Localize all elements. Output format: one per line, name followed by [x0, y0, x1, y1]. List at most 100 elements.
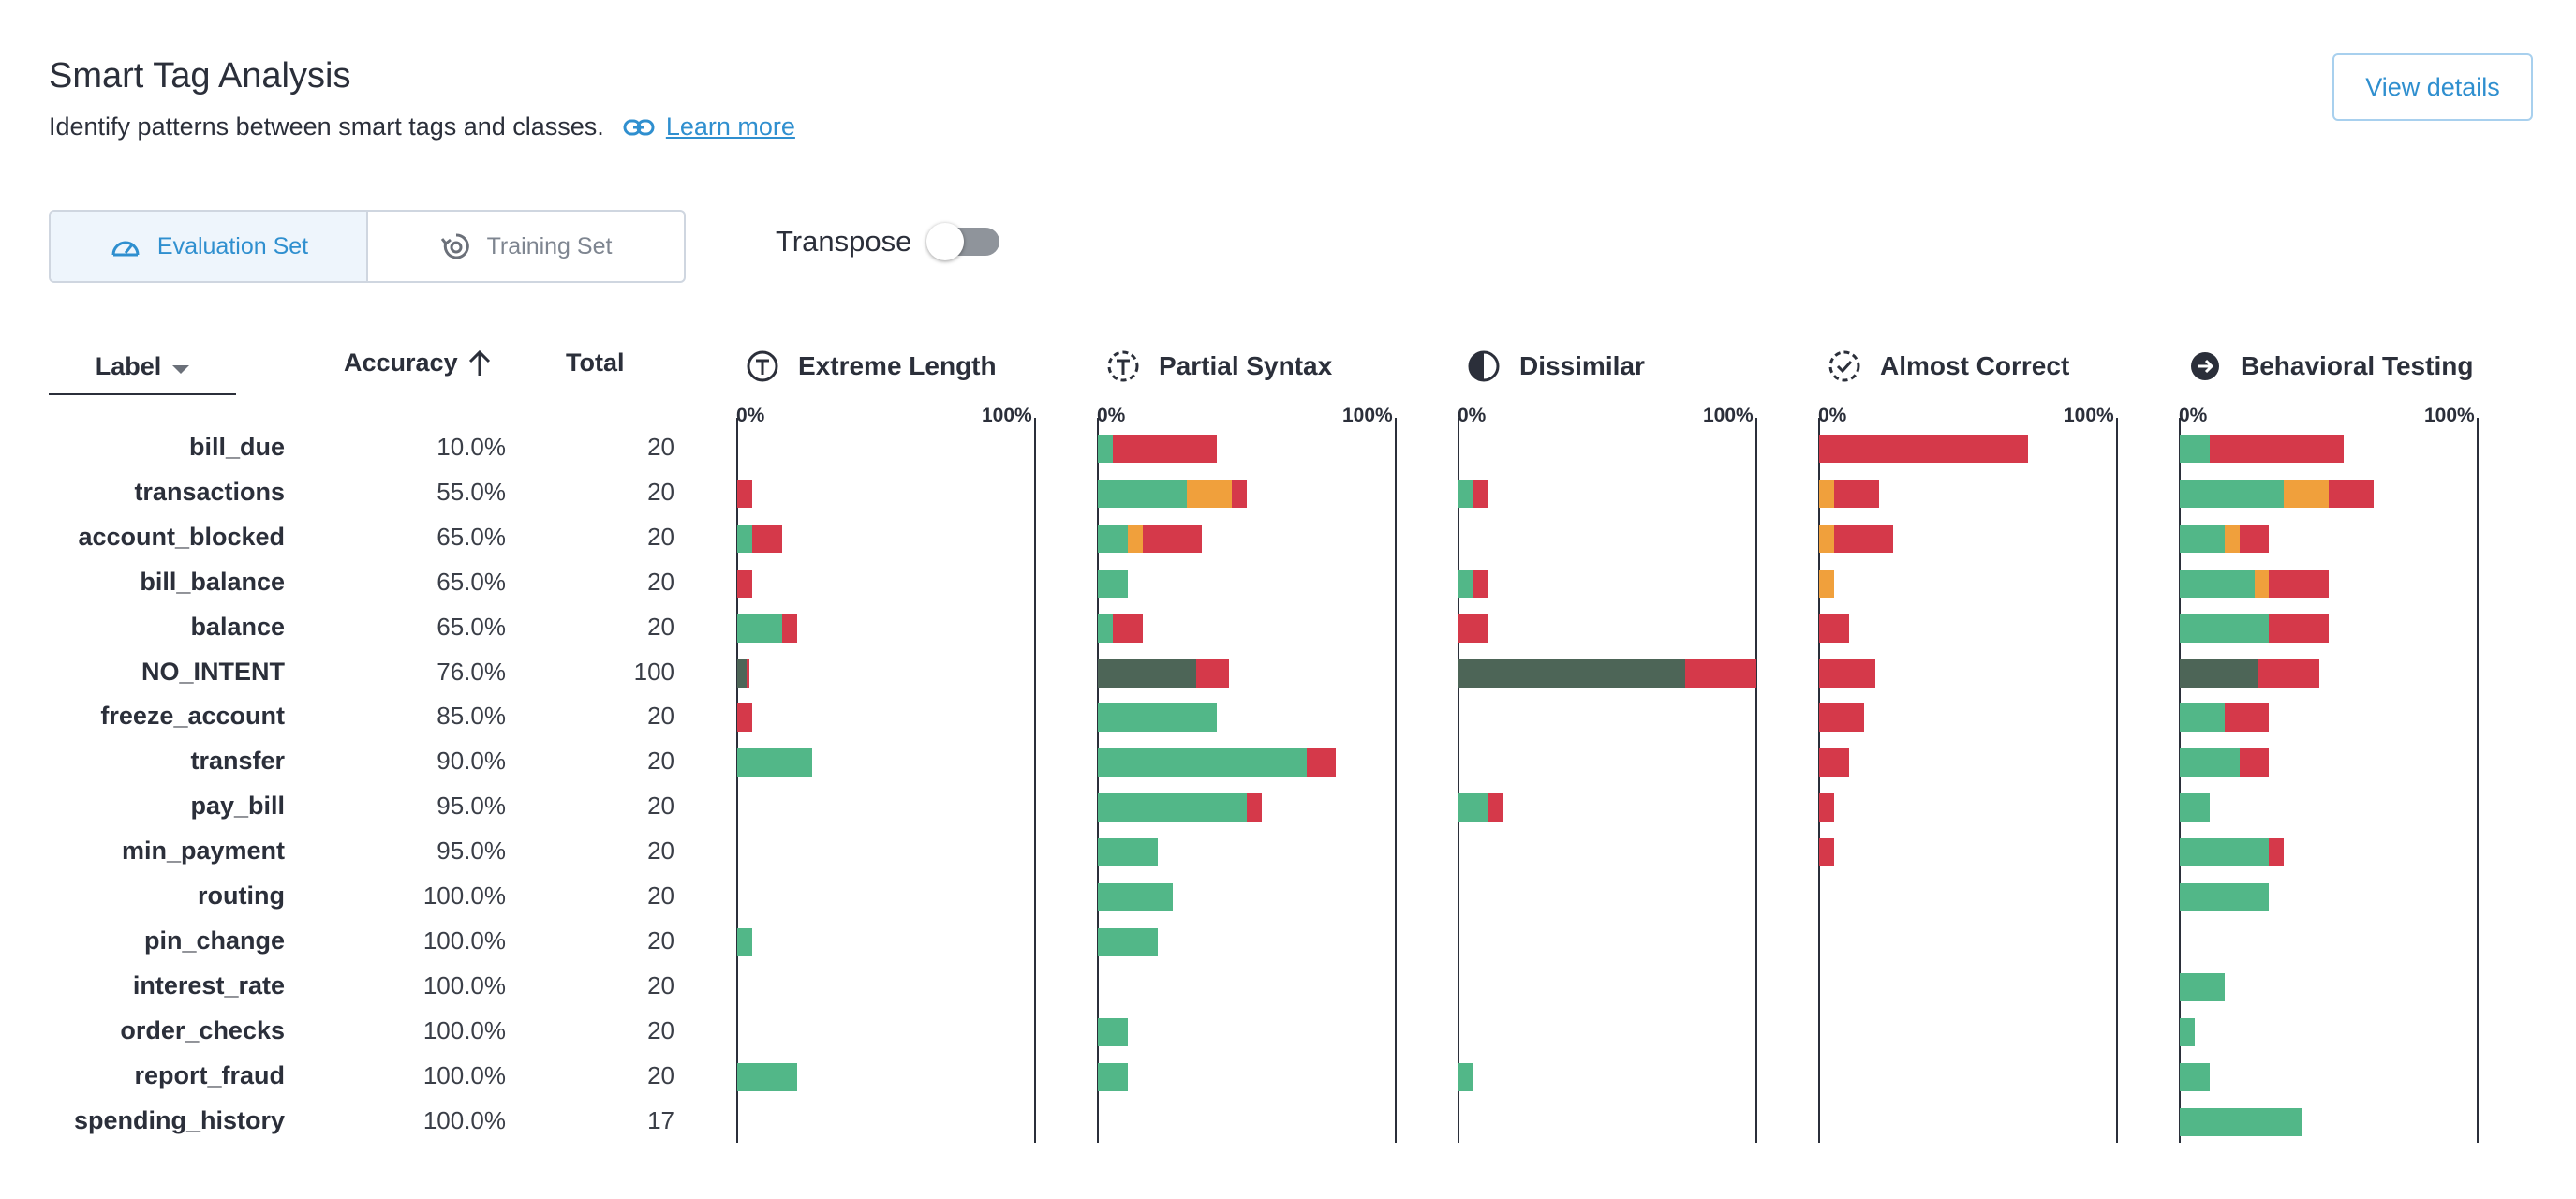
row-label: bill_due: [188, 433, 285, 461]
bar-segment-correct[interactable]: [2180, 435, 2210, 463]
bar-segment-correct[interactable]: [1098, 1062, 1128, 1091]
bar-segment-correct[interactable]: [1098, 524, 1128, 553]
bar-segment-correct[interactable]: [1098, 703, 1218, 733]
view-details-button[interactable]: View details: [2332, 53, 2533, 121]
bar-segment-incorrect[interactable]: [1819, 838, 1834, 867]
bar-segment-incorrect[interactable]: [1819, 703, 1864, 733]
bar-segment-correct[interactable]: [2180, 1062, 2210, 1091]
bar-segment-incorrect[interactable]: [1488, 793, 1503, 822]
bar-segment-incorrect[interactable]: [2269, 614, 2329, 643]
bar-segment-incorrect[interactable]: [1112, 435, 1218, 463]
bar-segment-incorrect[interactable]: [1306, 748, 1337, 777]
row-label: freeze_account: [100, 702, 285, 731]
row-accuracy: 100.0%: [422, 1015, 506, 1044]
row-accuracy: 65.0%: [437, 522, 506, 551]
bar-segment-almost_correct[interactable]: [1819, 479, 1834, 508]
bar-segment-correct[interactable]: [2180, 838, 2270, 867]
bar-segment-incorrect[interactable]: [2329, 479, 2374, 508]
bar-segment-correct[interactable]: [1098, 569, 1128, 598]
bar-segment-incorrect[interactable]: [1473, 569, 1488, 598]
accuracy-column-header[interactable]: Accuracy: [344, 348, 492, 377]
bar-segment-incorrect[interactable]: [1819, 793, 1834, 822]
bar-segment-incorrect[interactable]: [1833, 479, 1879, 508]
bar-segment-almost_correct[interactable]: [1819, 524, 1834, 553]
bar-segment-incorrect[interactable]: [1458, 614, 1488, 643]
row-accuracy: 55.0%: [437, 477, 506, 506]
bar-segment-incorrect[interactable]: [1819, 435, 2028, 463]
bar-segment-correct[interactable]: [1098, 883, 1173, 911]
bar-segment-correct[interactable]: [1458, 1062, 1473, 1091]
bar-segment-correct[interactable]: [2180, 614, 2270, 643]
bar-segment-correct[interactable]: [737, 927, 752, 956]
bar-segment-correct[interactable]: [1098, 748, 1307, 777]
bar-segment-correct[interactable]: [737, 1062, 797, 1091]
bar-segment-correct[interactable]: [2180, 1107, 2302, 1136]
transpose-toggle[interactable]: [926, 223, 1000, 260]
bar-segment-correct[interactable]: [1458, 659, 1685, 688]
accuracy-header-text: Accuracy: [344, 348, 458, 377]
bar-segment-correct[interactable]: [1098, 793, 1247, 822]
bar-segment-incorrect[interactable]: [1473, 479, 1488, 508]
bar-segment-correct[interactable]: [2180, 748, 2240, 777]
bar-segment-incorrect[interactable]: [1112, 614, 1143, 643]
bar-segment-incorrect[interactable]: [1142, 524, 1203, 553]
bar-segment-incorrect[interactable]: [1684, 659, 1756, 688]
bar-segment-incorrect[interactable]: [1833, 524, 1894, 553]
bar-segment-incorrect[interactable]: [2239, 524, 2270, 553]
bar-segment-incorrect[interactable]: [2209, 435, 2344, 463]
bar-segment-correct[interactable]: [737, 524, 752, 553]
bar-segment-almost_correct[interactable]: [1819, 569, 1834, 598]
bar-segment-correct[interactable]: [1098, 838, 1158, 867]
bar-segment-correct[interactable]: [737, 659, 747, 688]
bar-segment-almost_correct[interactable]: [2254, 569, 2270, 598]
bar-segment-correct[interactable]: [2180, 972, 2225, 1001]
bar-segment-correct[interactable]: [2180, 1017, 2195, 1046]
bar-segment-incorrect[interactable]: [2269, 569, 2329, 598]
bar-segment-almost_correct[interactable]: [2224, 524, 2240, 553]
bar-segment-incorrect[interactable]: [737, 569, 752, 598]
bar-segment-correct[interactable]: [737, 748, 812, 777]
bar-segment-incorrect[interactable]: [1247, 793, 1262, 822]
bar-segment-incorrect[interactable]: [1195, 659, 1229, 688]
bar-segment-incorrect[interactable]: [2269, 838, 2285, 867]
bar-segment-incorrect[interactable]: [751, 524, 782, 553]
bar-segment-correct[interactable]: [737, 614, 782, 643]
bar-segment-correct[interactable]: [1098, 435, 1113, 463]
bar-segment-correct[interactable]: [1098, 479, 1188, 508]
evaluation-set-tab[interactable]: Evaluation Set: [51, 212, 368, 281]
bar-segment-incorrect[interactable]: [2257, 659, 2320, 688]
bar-segment-incorrect[interactable]: [1819, 748, 1849, 777]
bar-segment-incorrect[interactable]: [2224, 703, 2270, 733]
training-set-tab[interactable]: Training Set: [368, 212, 684, 281]
dataset-segmented-control: Evaluation Set Training Set: [49, 210, 686, 283]
bar-segment-incorrect[interactable]: [737, 479, 752, 508]
label-column-header[interactable]: Label: [49, 350, 236, 395]
bar-segment-almost_correct[interactable]: [2284, 479, 2329, 508]
bar-segment-correct[interactable]: [2180, 659, 2258, 688]
extreme-length-icon: [746, 349, 789, 383]
bar-segment-correct[interactable]: [1098, 659, 1196, 688]
bar-segment-incorrect[interactable]: [781, 614, 797, 643]
bar-segment-incorrect[interactable]: [2239, 748, 2270, 777]
evaluation-set-label: Evaluation Set: [156, 232, 309, 259]
learn-more-link[interactable]: Learn more: [623, 112, 795, 141]
bar-segment-correct[interactable]: [1458, 479, 1473, 508]
bar-segment-correct[interactable]: [2180, 524, 2225, 553]
bar-segment-correct[interactable]: [2180, 793, 2210, 822]
bar-segment-incorrect[interactable]: [1819, 614, 1849, 643]
bar-segment-incorrect[interactable]: [746, 659, 749, 688]
bar-segment-correct[interactable]: [1458, 793, 1488, 822]
bar-segment-correct[interactable]: [1098, 614, 1113, 643]
bar-segment-almost_correct[interactable]: [1187, 479, 1233, 508]
bar-segment-incorrect[interactable]: [737, 703, 752, 733]
bar-segment-correct[interactable]: [1098, 927, 1158, 956]
bar-segment-correct[interactable]: [2180, 569, 2255, 598]
bar-segment-correct[interactable]: [2180, 703, 2225, 733]
bar-segment-correct[interactable]: [1098, 1017, 1128, 1046]
bar-segment-correct[interactable]: [2180, 883, 2270, 911]
bar-segment-correct[interactable]: [1458, 569, 1473, 598]
bar-segment-incorrect[interactable]: [1819, 659, 1876, 688]
bar-segment-incorrect[interactable]: [1232, 479, 1247, 508]
bar-segment-almost_correct[interactable]: [1127, 524, 1143, 553]
bar-segment-correct[interactable]: [2180, 479, 2285, 508]
